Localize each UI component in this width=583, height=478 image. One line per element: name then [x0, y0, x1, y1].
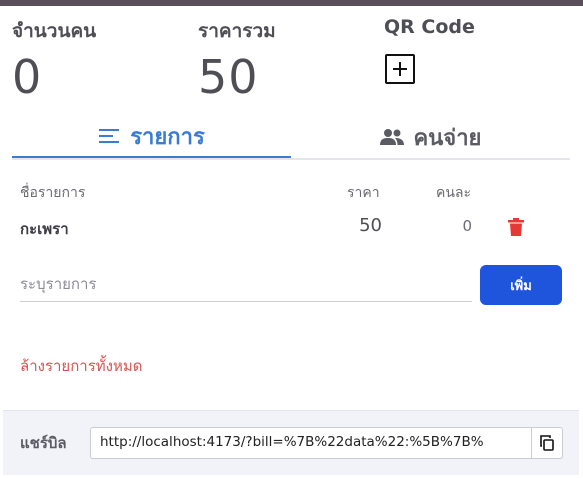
header-price: ราคา — [347, 185, 380, 201]
header-each: คนละ — [436, 185, 472, 201]
tab-bar: รายการ คนจ่าย — [12, 116, 570, 160]
people-count-label: จำนวนคน — [12, 20, 97, 42]
qr-add-button[interactable] — [385, 54, 415, 84]
add-item-button[interactable]: เพิ่ม — [480, 265, 562, 305]
trash-icon — [508, 218, 524, 236]
list-icon — [99, 129, 120, 143]
qr-code-stat: QR Code — [384, 16, 475, 38]
tab-items[interactable]: รายการ — [12, 116, 291, 158]
people-icon — [379, 129, 404, 145]
copy-url-button[interactable] — [531, 428, 562, 458]
people-count-stat: จำนวนคน 0 — [12, 16, 96, 104]
plus-icon — [393, 62, 407, 76]
item-name-input[interactable] — [20, 266, 472, 302]
share-url-text[interactable]: http://localhost:4173/?bill=%7B%22data%2… — [100, 434, 528, 450]
total-price-stat: ราคารวม 50 — [198, 16, 276, 104]
clear-all-link[interactable]: ล้างรายการทั้งหมด — [20, 354, 143, 378]
share-bill-label: แชร์บิล — [20, 434, 67, 452]
item-price: 50 — [359, 215, 382, 236]
people-count-value: 0 — [12, 50, 43, 104]
tab-payers[interactable]: คนจ่าย — [291, 116, 570, 158]
item-name: กะเพรา — [20, 220, 69, 238]
delete-item-button[interactable] — [508, 218, 524, 240]
total-price-label: ราคารวม — [198, 20, 276, 42]
header-item-name: ชื่อรายการ — [20, 185, 86, 201]
bill-card: จำนวนคน 0 ราคารวม 50 QR Code รายการ คนจ่… — [3, 6, 579, 478]
total-price-value: 50 — [198, 50, 259, 104]
tab-items-label: รายการ — [130, 124, 205, 150]
tab-payers-label: คนจ่าย — [413, 125, 482, 151]
item-each: 0 — [462, 217, 472, 235]
share-bill-bar: แชร์บิล http://localhost:4173/?bill=%7B%… — [3, 410, 579, 475]
share-url-field[interactable]: http://localhost:4173/?bill=%7B%22data%2… — [90, 427, 563, 459]
copy-icon — [540, 435, 554, 451]
qr-code-label: QR Code — [384, 16, 475, 38]
